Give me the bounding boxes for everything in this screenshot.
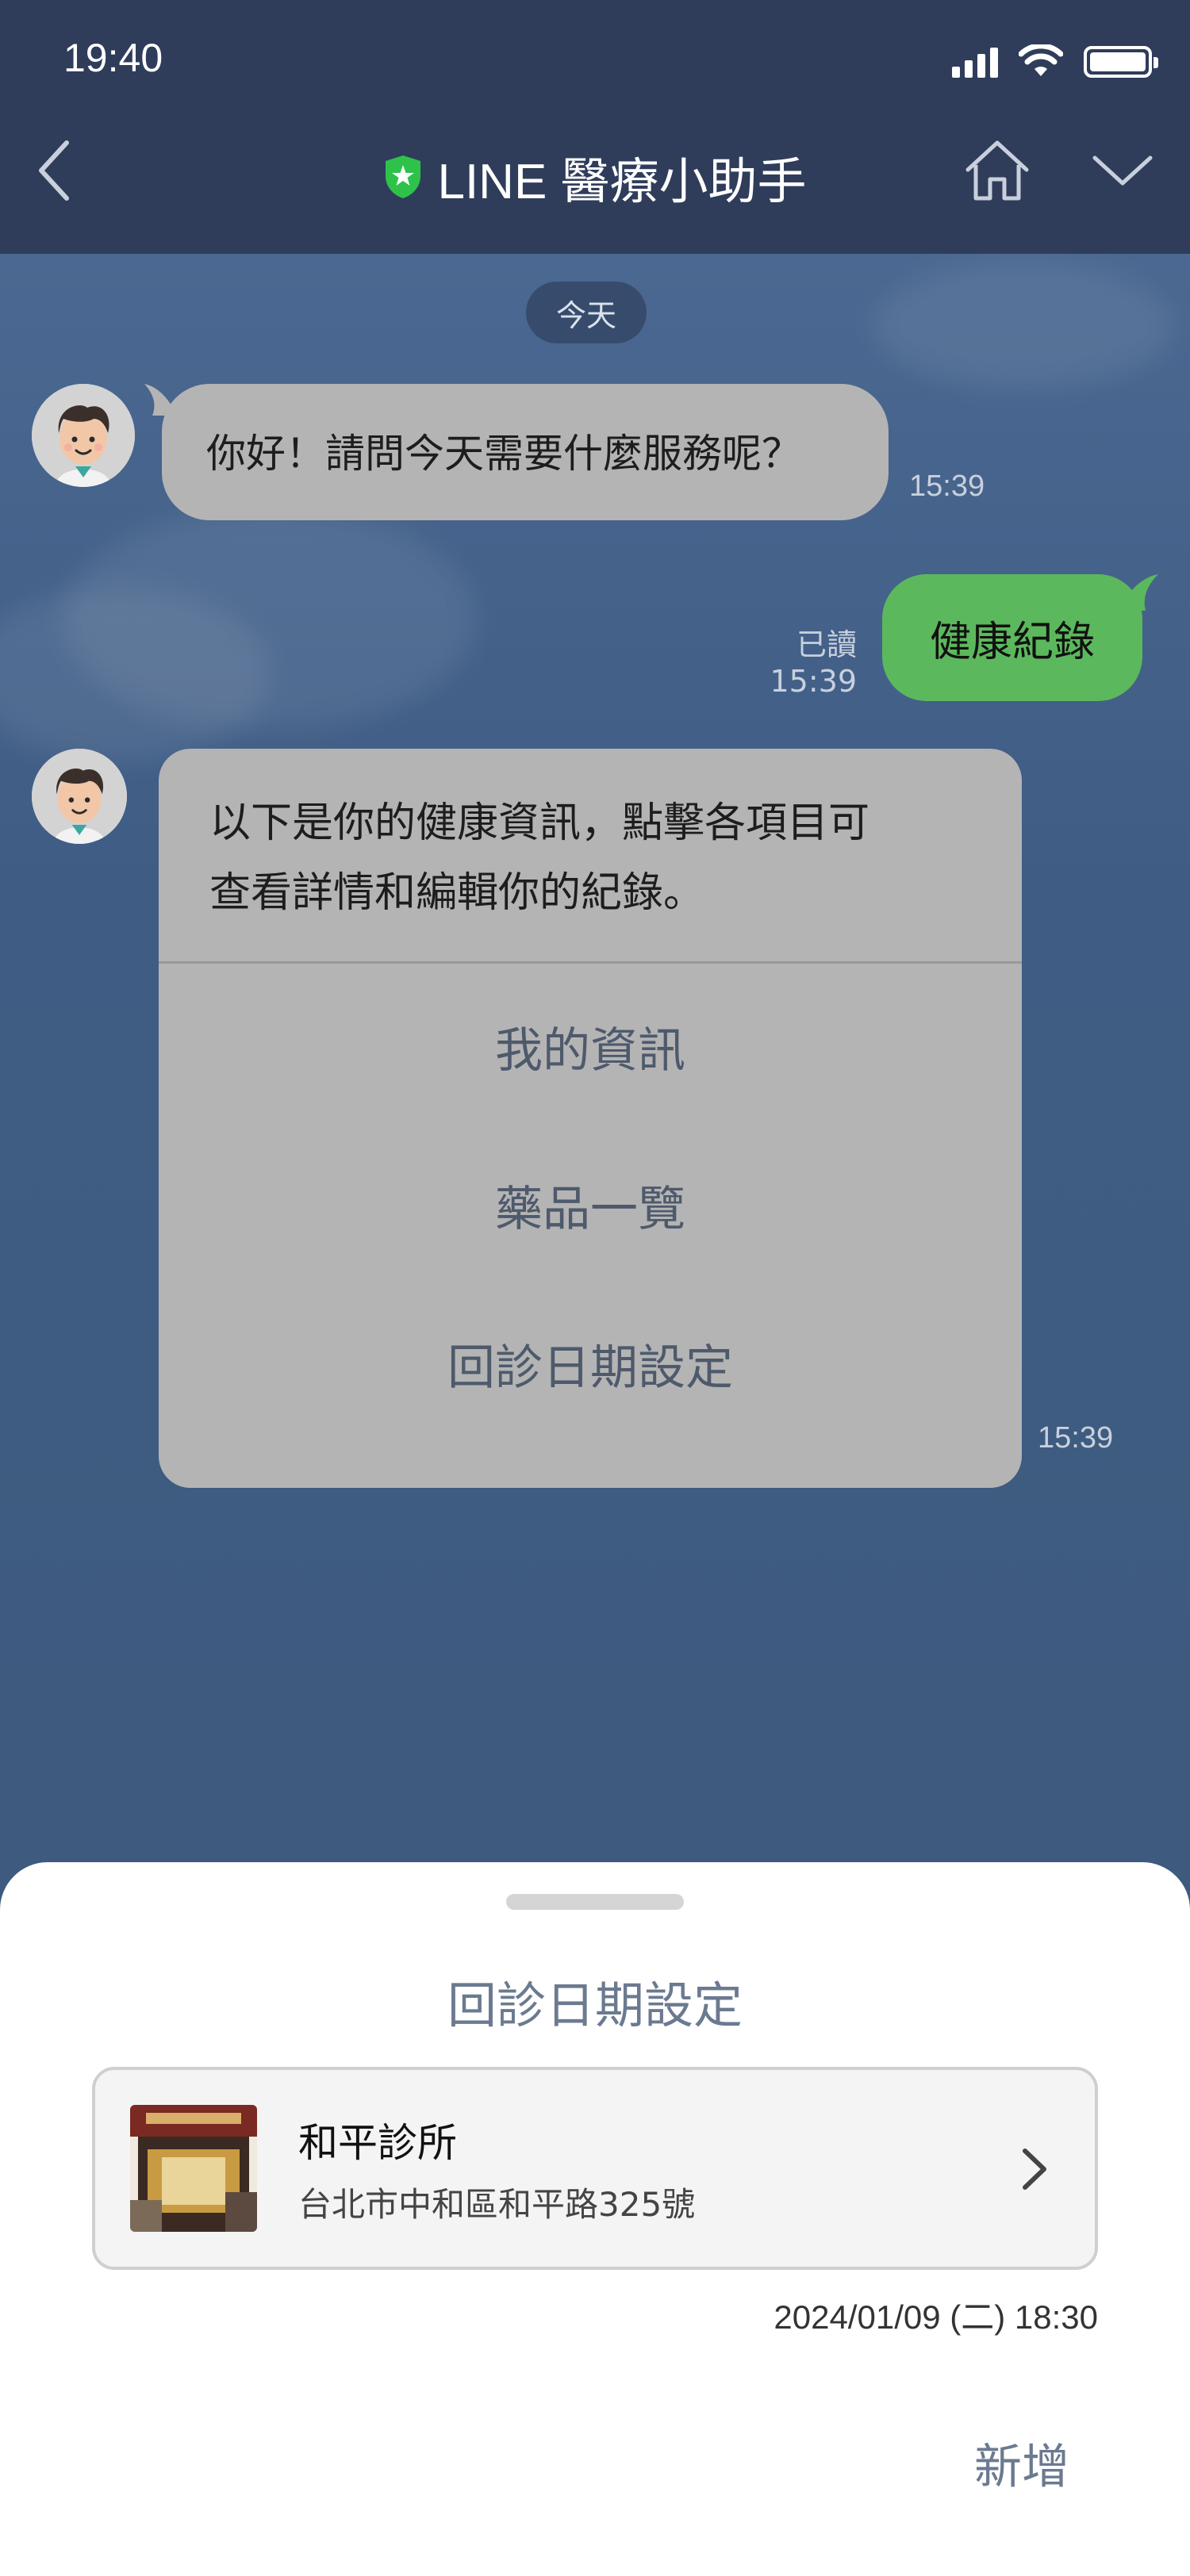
option-medicine-list[interactable]: 藥品一覽 [159,1171,1022,1240]
app-header: 19:40 LINE 醫療小助手 [0,0,1190,254]
bot-avatar[interactable] [32,749,127,844]
shield-star-icon [386,155,421,198]
date-divider: 今天 [526,282,647,343]
user-message[interactable]: 健康紀錄 [882,574,1142,701]
appointment-time: 2024/01/09 (二) 18:30 [774,2298,1098,2336]
bot-avatar[interactable] [32,384,135,487]
chat-area[interactable]: 今天 你好！請問今天需要什麼服務呢？ 15:39 已讀 15:39 健康紀錄 以… [0,254,1190,1864]
sheet-title: 回診日期設定 [447,1976,743,2034]
health-info-card: 以下是你的健康資訊，點擊各項目可 查看詳情和編輯你的紀錄。 我的資訊 藥品一覽 … [159,749,1022,1488]
chevron-right-icon [1023,2149,1046,2190]
home-button[interactable] [962,135,1033,206]
dropdown-button[interactable] [1087,139,1158,202]
bot-message[interactable]: 你好！請問今天需要什麼服務呢？ [162,384,889,520]
clinic-name: 和平診所 [298,2120,457,2166]
option-followup-date[interactable]: 回診日期設定 [159,1329,1022,1398]
message-time: 15:39 [1038,1421,1114,1455]
status-icons [952,38,1158,78]
card-divider [159,961,1022,964]
wifi-icon [1019,44,1063,76]
doctor-avatar-icon [32,384,135,487]
card-message-line: 以下是你的健康資訊，點擊各項目可 [209,799,870,847]
chat-title-text: LINE 醫療小助手 [437,155,807,209]
message-time: 15:39 [770,664,857,699]
message-time: 15:39 [909,470,985,503]
card-message-line: 查看詳情和編輯你的紀錄。 [209,869,705,917]
card-message: 以下是你的健康資訊，點擊各項目可 查看詳情和編輯你的紀錄。 [209,788,987,928]
clinic-card[interactable]: 和平診所 台北市中和區和平路325號 [92,2067,1098,2270]
background-cloud [873,262,1174,389]
followup-bottom-sheet: 回診日期設定 和平診所 台北市中和區和平路325號 2024/01/09 (二)… [0,1862,1190,2576]
signal-icon [952,46,998,78]
battery-icon [1084,46,1158,78]
sheet-drag-handle[interactable] [506,1894,684,1910]
read-receipt: 已讀 15:39 [770,620,857,699]
option-my-info[interactable]: 我的資訊 [159,1012,1022,1081]
status-time: 19:40 [63,36,163,80]
clinic-address: 台北市中和區和平路325號 [298,2185,696,2224]
add-button[interactable]: 新增 [974,2428,1069,2497]
read-label: 已讀 [796,627,857,662]
clinic-photo [130,2105,257,2232]
doctor-avatar-icon [32,749,127,844]
